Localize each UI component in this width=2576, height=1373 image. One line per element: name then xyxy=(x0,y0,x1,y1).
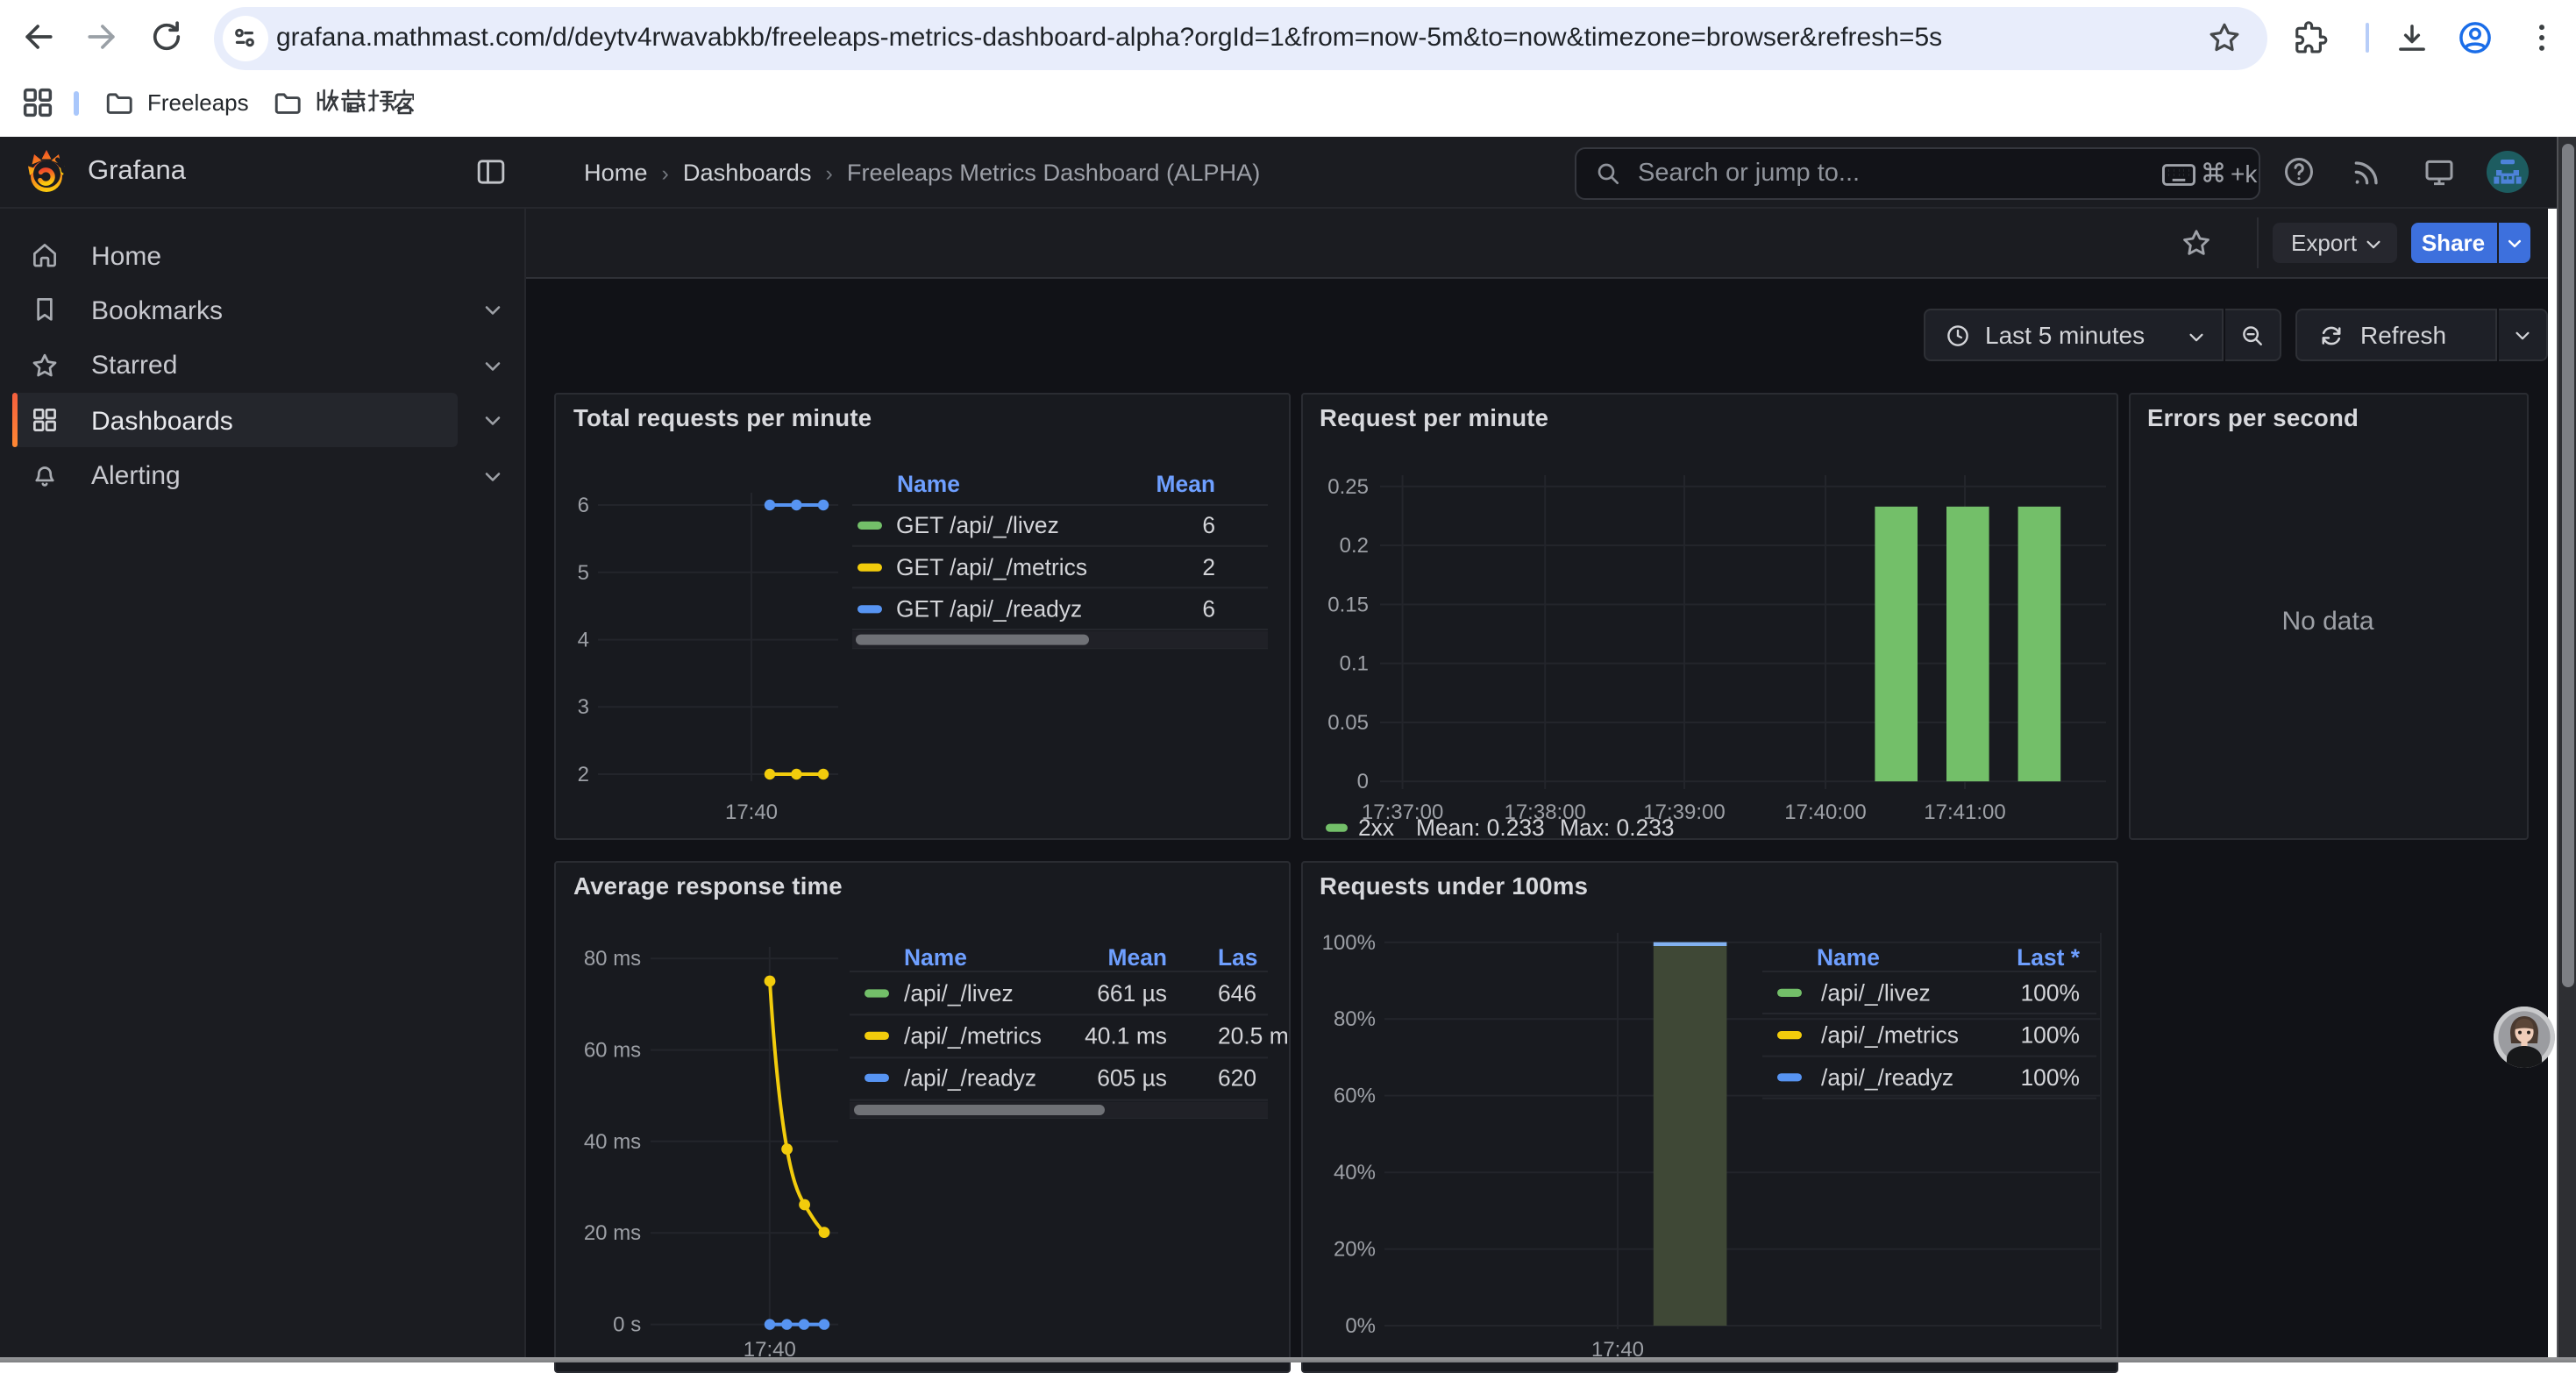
svg-text:2xx: 2xx xyxy=(1357,815,1393,838)
svg-text:620: 620 xyxy=(1218,1064,1256,1091)
svg-text:GET /api/_/metrics: GET /api/_/metrics xyxy=(896,554,1087,580)
svg-text:60%: 60% xyxy=(1333,1085,1375,1108)
svg-text:Max: 0.233: Max: 0.233 xyxy=(1559,815,1674,838)
svg-text:17:40:00: 17:40:00 xyxy=(1783,800,1865,824)
svg-text:0.1: 0.1 xyxy=(1339,652,1368,676)
svg-text:17:41:00: 17:41:00 xyxy=(1923,800,2004,824)
svg-text:0: 0 xyxy=(1356,770,1368,793)
svg-text:Mean: Mean xyxy=(1108,944,1167,971)
svg-text:Mean: Mean xyxy=(1156,471,1215,497)
svg-text:0.15: 0.15 xyxy=(1327,593,1368,616)
svg-text:646: 646 xyxy=(1218,980,1256,1007)
svg-text:Name: Name xyxy=(904,944,967,971)
svg-text:Name: Name xyxy=(897,471,960,497)
svg-text:6: 6 xyxy=(578,494,589,517)
svg-text:40 ms: 40 ms xyxy=(584,1130,641,1154)
svg-text:80%: 80% xyxy=(1333,1007,1375,1031)
svg-text:6: 6 xyxy=(1202,596,1215,622)
svg-text:4: 4 xyxy=(578,629,589,652)
svg-text:6: 6 xyxy=(1202,512,1215,538)
svg-text:0.2: 0.2 xyxy=(1339,534,1368,558)
svg-text:0 s: 0 s xyxy=(613,1313,641,1337)
svg-text:0.05: 0.05 xyxy=(1327,711,1368,735)
svg-text:3: 3 xyxy=(578,695,589,719)
svg-text:20 ms: 20 ms xyxy=(584,1221,641,1245)
svg-text:0.25: 0.25 xyxy=(1327,475,1368,499)
svg-text:40%: 40% xyxy=(1333,1161,1375,1184)
svg-text:Las: Las xyxy=(1218,944,1257,971)
svg-text:60 ms: 60 ms xyxy=(584,1039,641,1063)
svg-text:40.1 ms: 40.1 ms xyxy=(1085,1022,1167,1049)
svg-text:/api/_/metrics: /api/_/metrics xyxy=(1820,1022,1958,1049)
svg-text:605 µs: 605 µs xyxy=(1097,1064,1167,1091)
svg-text:/api/_/metrics: /api/_/metrics xyxy=(904,1022,1042,1049)
svg-text:100%: 100% xyxy=(2020,1022,2080,1049)
svg-text:100%: 100% xyxy=(2020,1064,2080,1091)
svg-text:/api/_/readyz: /api/_/readyz xyxy=(1820,1064,1953,1091)
svg-text:661 µs: 661 µs xyxy=(1097,980,1167,1007)
svg-text:Last *: Last * xyxy=(2016,944,2080,971)
svg-text:17:40: 17:40 xyxy=(725,800,778,824)
svg-text:2: 2 xyxy=(578,763,589,786)
svg-text:Mean: 0.233: Mean: 0.233 xyxy=(1415,815,1544,838)
svg-text:Name: Name xyxy=(1816,944,1879,971)
svg-text:20.5 m: 20.5 m xyxy=(1218,1022,1288,1049)
svg-text:2: 2 xyxy=(1202,554,1215,580)
svg-text:0%: 0% xyxy=(1344,1314,1375,1338)
svg-text:/api/_/readyz: /api/_/readyz xyxy=(904,1064,1036,1091)
svg-text:GET /api/_/readyz: GET /api/_/readyz xyxy=(896,596,1082,622)
svg-text:100%: 100% xyxy=(1321,931,1375,955)
svg-text:5: 5 xyxy=(578,561,589,585)
svg-text:/api/_/livez: /api/_/livez xyxy=(1820,979,1930,1006)
svg-text:100%: 100% xyxy=(2020,979,2080,1006)
svg-text:/api/_/livez: /api/_/livez xyxy=(904,980,1014,1007)
svg-text:GET /api/_/livez: GET /api/_/livez xyxy=(896,512,1059,538)
svg-text:80 ms: 80 ms xyxy=(584,947,641,971)
svg-text:20%: 20% xyxy=(1333,1238,1375,1262)
